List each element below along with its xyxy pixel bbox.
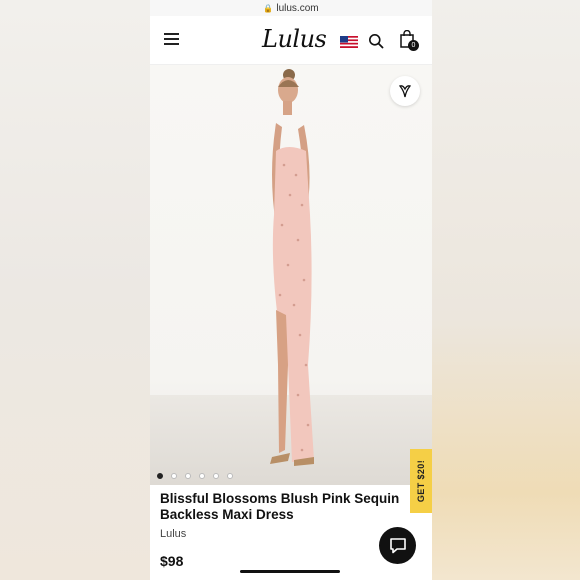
chat-button[interactable]: [379, 527, 416, 564]
lock-icon: 🔒: [263, 3, 274, 13]
search-icon[interactable]: [368, 33, 384, 49]
image-pagination: [157, 473, 233, 479]
browser-url-bar[interactable]: 🔒 lulus.com: [150, 0, 432, 16]
wishlist-button[interactable]: [390, 76, 420, 106]
model-in-dress-illustration: [270, 69, 314, 466]
home-indicator[interactable]: [240, 570, 340, 573]
pagination-dot[interactable]: [213, 473, 219, 479]
heart-icon: [398, 85, 412, 98]
background-right: [432, 0, 580, 580]
bag-count-badge: 0: [408, 40, 419, 51]
promo-tab[interactable]: GET $20!: [410, 449, 432, 513]
pagination-dot[interactable]: [199, 473, 205, 479]
background-left: [0, 0, 150, 580]
phone-screen: 🔒 lulus.com Lulus 0 GET $20! Blissful Bl…: [150, 0, 432, 580]
chat-icon: [389, 537, 406, 553]
product-title: Blissful Blossoms Blush Pink Sequin Back…: [160, 491, 400, 522]
product-brand[interactable]: Lulus: [160, 528, 186, 540]
pagination-dot[interactable]: [171, 473, 177, 479]
site-header: Lulus: [150, 16, 432, 65]
pagination-dot[interactable]: [185, 473, 191, 479]
product-price: $98: [160, 553, 184, 569]
us-flag-icon[interactable]: [340, 36, 358, 48]
promo-label: GET $20!: [416, 459, 426, 503]
hamburger-icon[interactable]: [164, 33, 179, 45]
url-text: lulus.com: [276, 2, 319, 14]
pagination-dot[interactable]: [227, 473, 233, 479]
site-logo[interactable]: Lulus: [262, 25, 327, 53]
product-image[interactable]: [150, 65, 432, 485]
pagination-dot[interactable]: [157, 473, 163, 479]
